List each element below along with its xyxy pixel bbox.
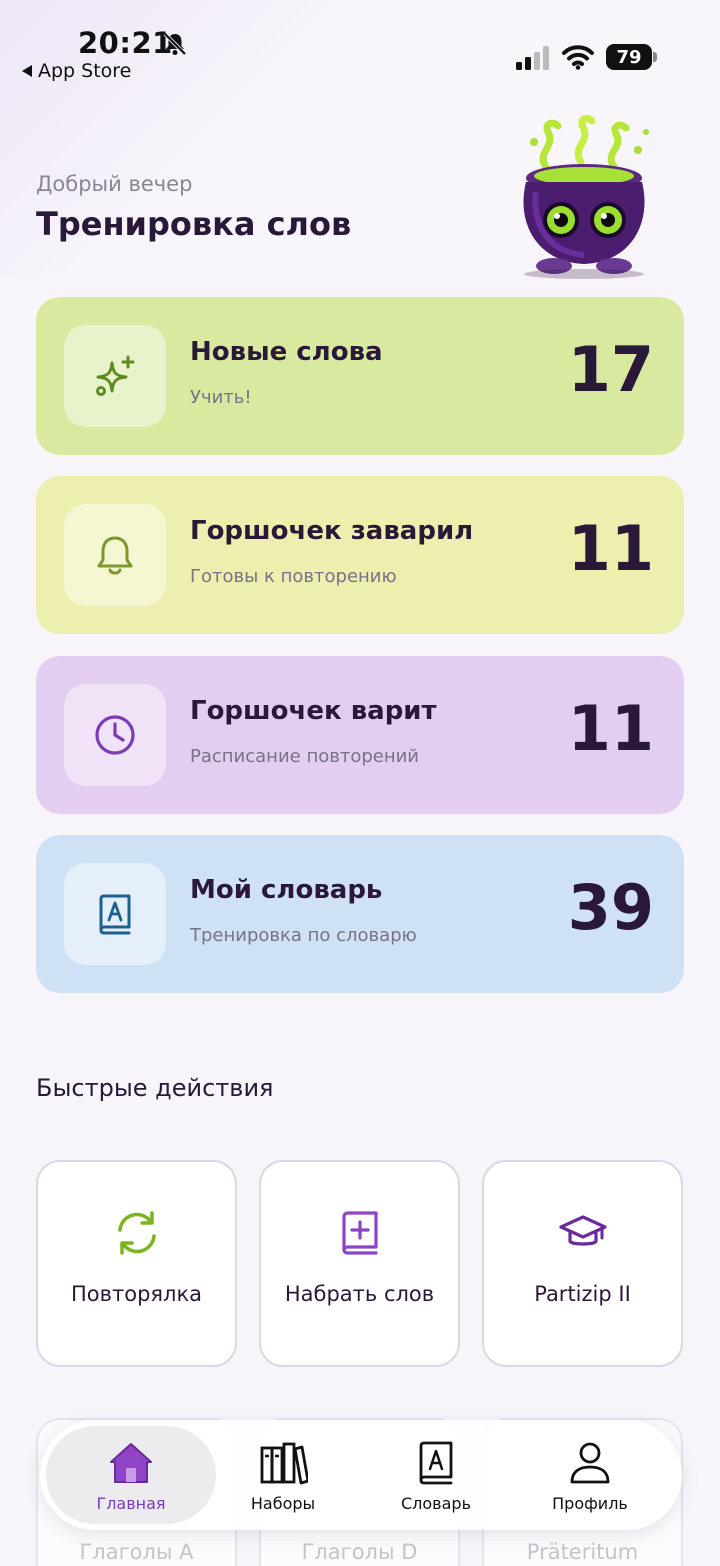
dictionary-icon (419, 1441, 453, 1485)
bottom-navigation: Главная Наборы Словарь Профиль (40, 1420, 682, 1530)
bell-off-icon (163, 32, 187, 56)
home-icon (110, 1443, 152, 1483)
card-icon-box (64, 325, 166, 427)
wifi-icon (562, 45, 594, 70)
card-icon-box (64, 684, 166, 786)
tile-label: Глаголы D (301, 1540, 418, 1564)
add-book-icon (341, 1211, 378, 1255)
card-icon-box (64, 863, 166, 965)
card-subtitle: Расписание повторений (190, 746, 419, 767)
my-dictionary-card[interactable]: Мой словарь Тренировка по словарю 39 (36, 835, 684, 993)
graduation-cap-icon (558, 1215, 607, 1246)
nav-home[interactable]: Главная (46, 1426, 216, 1524)
review-schedule-card[interactable]: Горшочек варит Расписание повторений 11 (36, 656, 684, 814)
page-title: Тренировка слов (36, 205, 352, 243)
cauldron-mascot-image (523, 114, 649, 279)
card-count: 39 (567, 871, 654, 944)
battery-cap (653, 52, 657, 62)
action-label: Partizip II (534, 1282, 631, 1306)
back-arrow-icon (22, 65, 32, 77)
tile-label: Глаголы А (79, 1540, 194, 1564)
card-title: Новые слова (190, 337, 383, 367)
card-count: 17 (567, 333, 654, 406)
refresh-icon (117, 1211, 156, 1255)
card-title: Горшочек варит (190, 696, 437, 726)
nav-profile[interactable]: Профиль (505, 1426, 675, 1524)
cellular-signal-icon (516, 46, 549, 70)
card-subtitle: Готовы к повторению (190, 566, 397, 587)
back-link-label: App Store (38, 60, 132, 82)
collect-words-action-button[interactable]: Набрать слов (259, 1160, 460, 1367)
ready-for-review-card[interactable]: Горшочек заварил Готовы к повторению 11 (36, 476, 684, 634)
repeater-action-button[interactable]: Повторялка (36, 1160, 237, 1367)
profile-icon (570, 1442, 610, 1484)
sparkles-icon (96, 355, 135, 396)
battery-indicator: 79 (606, 44, 652, 70)
tile-label: Präteritum (526, 1540, 639, 1564)
card-count: 11 (567, 692, 654, 765)
action-label: Набрать слов (284, 1282, 435, 1306)
card-title: Горшочек заварил (190, 516, 474, 546)
nav-label: Главная (96, 1494, 166, 1513)
new-words-card[interactable]: Новые слова Учить! 17 (36, 297, 684, 455)
card-title: Мой словарь (190, 875, 383, 905)
card-count: 11 (567, 512, 654, 585)
back-to-app-store-link[interactable]: App Store (22, 60, 131, 82)
nav-label: Словарь (400, 1494, 471, 1513)
nav-label: Наборы (250, 1494, 316, 1513)
partizip-action-button[interactable]: Partizip II (482, 1160, 683, 1367)
greeting-text: Добрый вечер (36, 172, 193, 196)
dictionary-icon (99, 894, 131, 935)
quick-actions-title: Быстрые действия (36, 1074, 274, 1102)
action-label: Повторялка (70, 1282, 203, 1306)
card-subtitle: Тренировка по словарю (190, 925, 417, 946)
books-icon (260, 1442, 308, 1485)
bell-icon (97, 536, 133, 575)
card-subtitle: Учить! (190, 387, 252, 408)
clock-icon (95, 715, 135, 755)
nav-sets[interactable]: Наборы (198, 1426, 368, 1524)
status-time: 20:21 (78, 26, 173, 60)
card-icon-box (64, 504, 166, 606)
nav-label: Профиль (552, 1494, 628, 1513)
nav-dictionary[interactable]: Словарь (351, 1426, 521, 1524)
